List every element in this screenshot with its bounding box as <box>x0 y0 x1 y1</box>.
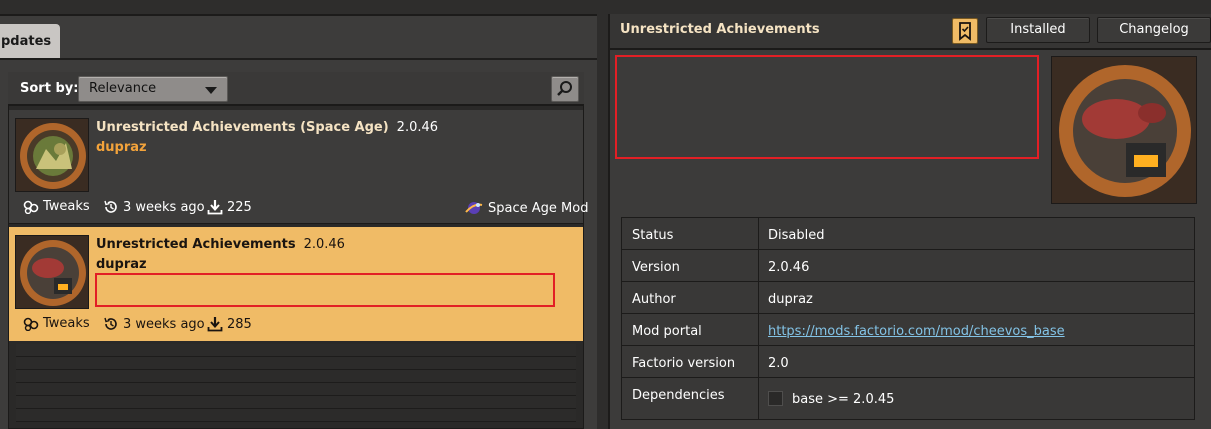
history-icon <box>104 317 117 330</box>
info-key: Dependencies <box>632 388 725 403</box>
info-row-status: Status Disabled <box>622 218 1194 250</box>
space-age-icon <box>465 202 483 214</box>
mod-description-highlight <box>95 273 555 307</box>
info-key: Version <box>632 260 680 275</box>
dependency-checkbox[interactable] <box>768 391 783 406</box>
mod-manager-window: pdates Sort by: Relevance Unrestricted A… <box>0 0 1211 429</box>
details-description-highlight <box>615 55 1039 159</box>
info-row-version: Version 2.0.46 <box>622 250 1194 282</box>
tweaks-icon <box>23 200 39 214</box>
mod-updated-label: 3 weeks ago <box>123 199 205 215</box>
sort-bar: Sort by: Relevance <box>8 72 584 106</box>
mod-version: 2.0.46 <box>303 237 345 252</box>
mod-thumbnail <box>15 235 89 309</box>
changelog-button[interactable]: Changelog <box>1097 17 1211 43</box>
bookmark-icon <box>959 22 971 41</box>
space-age-badge: Space Age Mod <box>464 199 588 217</box>
info-row-factorio-version: Factorio version 2.0 <box>622 346 1194 378</box>
mod-thumbnail <box>15 118 89 192</box>
mod-title: Unrestricted Achievements 2.0.46 <box>96 237 345 252</box>
history-icon <box>104 200 117 213</box>
mod-category-label: Tweaks <box>43 316 90 331</box>
mod-title: Unrestricted Achievements (Space Age) 2.0… <box>96 120 438 135</box>
mod-downloads: 285 <box>207 316 252 332</box>
mod-name: Unrestricted Achievements <box>96 237 296 252</box>
sort-dropdown-value: Relevance <box>89 81 157 96</box>
info-key: Mod portal <box>632 324 702 339</box>
search-button[interactable] <box>551 76 579 102</box>
info-key: Status <box>632 228 674 243</box>
info-value: 2.0 <box>768 356 789 371</box>
info-row-dependencies: Dependencies base >= 2.0.45 <box>622 378 1194 420</box>
mod-list-item-selected[interactable]: Unrestricted Achievements 2.0.46 dupraz T… <box>9 227 583 341</box>
mod-updated: 3 weeks ago <box>103 316 205 332</box>
gear-icon <box>16 119 88 191</box>
tweaks-icon <box>23 317 39 331</box>
mod-list-item[interactable]: Unrestricted Achievements (Space Age) 2.0… <box>9 110 588 224</box>
mod-downloads-label: 225 <box>227 199 252 215</box>
details-title: Unrestricted Achievements <box>620 22 820 37</box>
mod-info-table: Status Disabled Version 2.0.46 Author du… <box>621 217 1195 420</box>
dependency-label: base >= 2.0.45 <box>792 392 895 407</box>
info-key: Author <box>632 292 676 307</box>
details-thumbnail <box>1051 56 1197 204</box>
space-age-label: Space Age Mod <box>488 200 589 216</box>
installed-button[interactable]: Installed <box>986 17 1090 43</box>
search-icon <box>557 81 572 96</box>
mod-category: Tweaks <box>23 199 90 214</box>
download-icon <box>207 200 223 215</box>
info-row-mod-portal: Mod portal https://mods.factorio.com/mod… <box>622 314 1194 346</box>
info-value: dupraz <box>768 292 813 307</box>
info-value: Disabled <box>768 228 825 243</box>
gear-icon <box>16 236 88 308</box>
tab-divider <box>0 58 597 60</box>
mod-version: 2.0.46 <box>396 120 439 135</box>
mod-updated-label: 3 weeks ago <box>123 316 205 332</box>
mod-downloads: 225 <box>207 199 252 215</box>
mod-downloads-label: 285 <box>227 316 252 332</box>
empty-list-area <box>16 344 576 429</box>
info-row-author: Author dupraz <box>622 282 1194 314</box>
info-key: Factorio version <box>632 356 736 371</box>
mod-portal-link[interactable]: https://mods.factorio.com/mod/cheevos_ba… <box>768 324 1065 339</box>
bookmark-button[interactable] <box>952 18 978 44</box>
mod-category-label: Tweaks <box>43 199 90 214</box>
mod-category: Tweaks <box>23 316 90 331</box>
mod-author: dupraz <box>96 257 147 272</box>
gear-icon <box>1052 57 1196 203</box>
mod-author: dupraz <box>96 140 147 155</box>
mod-updated: 3 weeks ago <box>103 199 205 215</box>
sort-dropdown[interactable]: Relevance <box>78 76 228 102</box>
tab-updates[interactable]: pdates <box>0 24 60 60</box>
download-icon <box>207 317 223 332</box>
info-value: 2.0.46 <box>768 260 810 275</box>
chevron-down-icon <box>205 87 217 94</box>
mod-name: Unrestricted Achievements (Space Age) <box>96 120 389 135</box>
sort-label: Sort by: <box>20 81 79 96</box>
